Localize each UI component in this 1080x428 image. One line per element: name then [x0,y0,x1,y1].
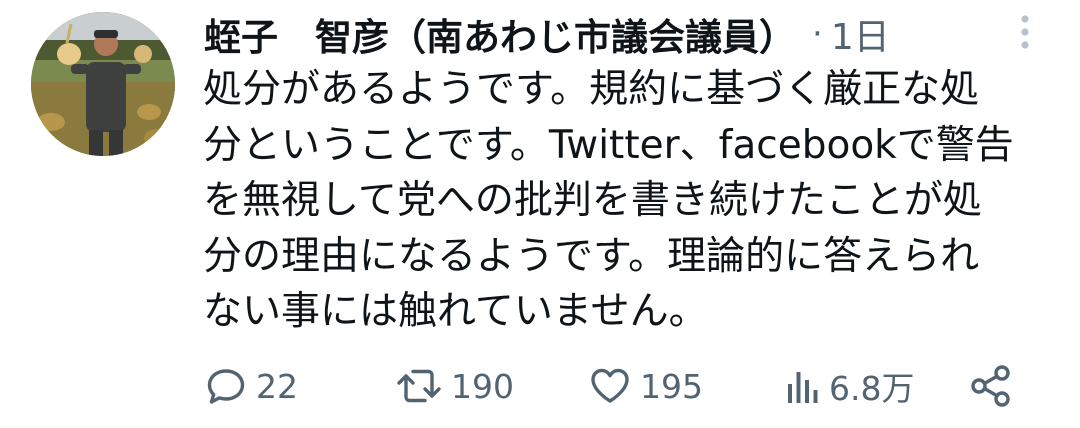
retweet-button[interactable]: 190 [395,356,514,416]
timestamp[interactable]: 1日 [831,8,890,60]
action-bar: 22 190 195 6.8万 [0,356,1080,416]
tweet-header: 蛭子 智彦（南あわじ市議会議員） · 1日 [204,6,890,62]
retweet-icon [397,369,441,403]
share-icon [971,365,1010,407]
retweet-count: 190 [451,366,514,406]
reply-bubble-icon [207,369,245,404]
reply-button[interactable]: 22 [204,356,298,416]
display-name[interactable]: 蛭子 智彦（南あわじ市議会議員） [204,7,796,61]
share-button[interactable] [968,356,1014,416]
heart-icon [591,368,629,403]
tweet-text: 処分があるようです。規約に基づく厳正な処 分ということです。Twitter、fa… [203,67,1014,334]
views-bar-chart-icon [788,372,818,403]
avatar[interactable] [31,12,175,156]
more-vertical-icon[interactable] [1012,14,1038,50]
separator-dot: · [812,14,823,54]
like-count: 195 [640,366,703,406]
avatar-photo [31,12,175,156]
like-button[interactable]: 195 [588,356,703,416]
tweet[interactable]: 蛭子 智彦（南あわじ市議会議員） · 1日 処分があるようです。規約に基づく厳正… [0,0,1080,428]
views-button[interactable]: 6.8万 [785,356,914,416]
view-count: 6.8万 [829,369,915,408]
reply-count: 22 [256,366,298,406]
